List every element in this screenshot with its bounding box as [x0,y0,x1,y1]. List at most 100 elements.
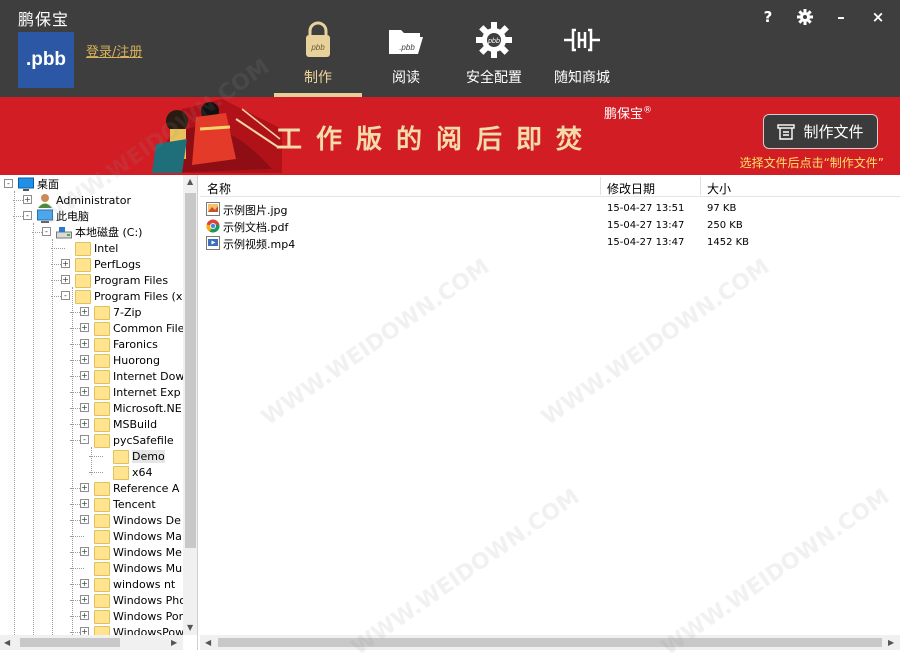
tree-item[interactable]: Program Files [75,272,168,288]
toggle-glyph: - [23,211,32,220]
tree-vertical-scroll-thumb[interactable] [185,193,196,548]
scroll-down-arrow-icon[interactable]: ▼ [187,623,193,632]
tree-horizontal-scroll-thumb[interactable] [20,638,120,647]
tree-item[interactable]: Windows Me [94,544,182,560]
column-header-size[interactable]: 大小 [707,180,731,197]
tree-item[interactable]: Administrator [37,192,131,208]
file-list-panel[interactable]: 名称 修改日期 大小 示例图片.jpg 15-04-27 13:51 97 KB… [200,175,900,650]
svg-text:pbb: pbb [310,43,325,52]
tree-item[interactable]: Windows Ma [94,528,182,544]
tab-store-label: 随知商城 [554,70,610,86]
file-list-scroll-thumb[interactable] [218,638,882,647]
folder-icon [94,561,110,576]
toggle-glyph: - [42,227,51,236]
column-header-name[interactable]: 名称 [207,180,231,197]
file-list-horizontal-scrollbar[interactable]: ◀ ▶ [200,635,900,650]
registered-mark: ® [643,105,653,116]
tree-item-label: Huorong [113,353,160,367]
file-row[interactable]: 示例视频.mp4 15-04-27 13:47 1452 KB [200,235,900,252]
file-list-header: 名称 修改日期 大小 [200,175,900,197]
toggle-glyph: + [80,627,89,635]
tree-guide-line [70,536,84,537]
folder-icon [94,385,110,400]
tree-item[interactable]: Internet Exp [94,384,181,400]
scroll-left-arrow-icon[interactable]: ◀ [4,638,10,647]
tree-item[interactable]: Windows Mu [94,560,182,576]
tab-read[interactable]: .pbb 阅读 [362,0,450,97]
promo-banner: 工作版的阅后即焚 鹏保宝® 制作文件 选择文件后点击“制作文件” [0,97,900,175]
tree-item[interactable]: Microsoft.NE [94,400,182,416]
minimize-button[interactable]: – [830,6,852,28]
column-divider[interactable] [700,177,701,195]
tree-item[interactable]: windows nt [94,576,175,592]
settings-button[interactable] [794,6,816,28]
folder-tree-panel[interactable]: 桌面 - Administrator + 此电脑 - 本地磁盘 (C:) - Intel Perf… [0,175,198,650]
tree-item[interactable]: pycSafefile [94,432,174,448]
tree-item-label: WindowsPow [113,625,183,636]
shop-logo-icon [564,28,600,52]
column-divider[interactable] [600,177,601,195]
tree-item-label: 7-Zip [113,305,142,319]
tree-item[interactable]: Windows De [94,512,181,528]
tree-item-label: x64 [132,465,153,479]
tree-item[interactable]: x64 [113,464,153,480]
tree-item-label: Internet Dow [113,369,183,383]
toggle-glyph: + [80,403,89,412]
tree-item[interactable]: Demo [113,448,165,464]
tree-item[interactable]: MSBuild [94,416,157,432]
folder-icon [94,625,110,635]
file-row[interactable]: 示例图片.jpg 15-04-27 13:51 97 KB [200,201,900,218]
tree-item-label: Windows Ma [113,529,182,543]
tree-item[interactable]: PerfLogs [75,256,141,272]
tree-item[interactable]: 桌面 [18,176,59,192]
toggle-glyph: - [4,179,13,188]
tree-item[interactable]: WindowsPow [94,624,183,635]
scroll-right-arrow-icon[interactable]: ▶ [171,638,177,647]
folder-icon [75,257,91,272]
toggle-glyph: + [80,419,89,428]
tab-store[interactable]: 随知商城 [538,0,626,97]
tab-security-settings[interactable]: pbb 安全配置 [450,0,538,97]
file-row[interactable]: 示例文档.pdf 15-04-27 13:47 250 KB [200,218,900,235]
tree-item[interactable]: Intel [75,240,118,256]
folder-icon [94,609,110,624]
help-button[interactable]: ? [757,6,779,28]
tree-item[interactable]: Program Files (x [75,288,182,304]
make-file-button[interactable]: 制作文件 [763,114,878,149]
tree-item[interactable]: 本地磁盘 (C:) [56,224,142,240]
tree-item[interactable]: Windows Pho [94,592,183,608]
scroll-right-arrow-icon[interactable]: ▶ [888,638,894,647]
file-name: 示例文档.pdf [223,221,289,234]
file-name: 示例视频.mp4 [223,238,296,251]
tree-item[interactable]: Tencent [94,496,156,512]
toggle-glyph: + [80,547,89,556]
tree-item[interactable]: Reference A [94,480,179,496]
file-size: 250 KB [707,220,743,231]
tree-item[interactable]: Internet Dow [94,368,183,384]
banner-brand-text: 鹏保宝 [604,107,644,122]
login-register-link[interactable]: 登录/注册 [86,41,142,60]
tree-item[interactable]: Huorong [94,352,160,368]
close-button[interactable]: × [867,6,889,28]
tab-make-label: 制作 [304,70,332,86]
tree-item[interactable]: Common File [94,320,183,336]
tree-guide-line [72,287,73,635]
file-name: 示例图片.jpg [223,204,288,217]
gear-pbb-icon: pbb [476,22,512,58]
tab-make[interactable]: pbb 制作 [274,0,362,97]
scroll-left-arrow-icon[interactable]: ◀ [205,638,211,647]
scroll-up-arrow-icon[interactable]: ▲ [187,177,193,186]
tree-item[interactable]: Faronics [94,336,158,352]
file-modified-date: 15-04-27 13:51 [607,203,685,214]
desktop-icon [18,177,34,192]
folder-icon [75,289,91,304]
tree-horizontal-scrollbar[interactable]: ◀ ▶ [0,635,183,650]
tree-vertical-scrollbar[interactable]: ▲ ▼ [183,175,197,635]
tree-item[interactable]: Windows Por [94,608,183,624]
tree-item[interactable]: 7-Zip [94,304,142,320]
folder-icon [94,321,110,336]
tree-item[interactable]: 此电脑 [37,208,89,224]
tree-guide-line [52,239,53,635]
column-header-modified[interactable]: 修改日期 [607,180,655,197]
computer-icon [37,209,53,224]
